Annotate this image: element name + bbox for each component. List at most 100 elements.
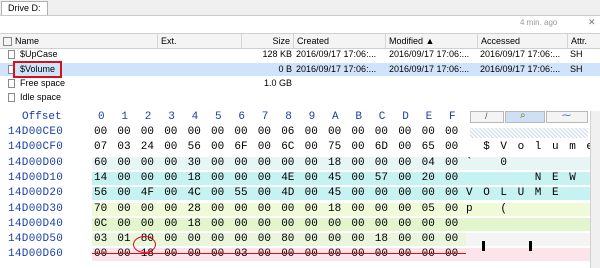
hex-byte[interactable]: 00	[117, 203, 130, 216]
file-row[interactable]: $UpCase 128 KB 2016/09/17 17:06:... 2016/09…	[0, 48, 600, 61]
hex-byte[interactable]: 00	[445, 141, 458, 154]
hex-byte[interactable]: 00	[211, 157, 224, 170]
hex-text[interactable]: $ V o l u m e	[466, 141, 600, 155]
hex-byte[interactable]: 00	[164, 126, 177, 139]
hex-byte[interactable]: 00	[94, 126, 107, 139]
hex-byte[interactable]: 06	[281, 126, 294, 139]
hex-byte[interactable]: 00	[211, 172, 224, 185]
hex-byte[interactable]: 04	[422, 157, 435, 170]
hex-byte[interactable]: 00	[141, 203, 154, 216]
hex-byte[interactable]: 00	[94, 248, 107, 261]
hex-byte[interactable]: 00	[328, 233, 341, 246]
hex-byte[interactable]: 57	[375, 172, 388, 185]
hex-byte[interactable]: 00	[305, 187, 318, 200]
hex-byte[interactable]: 00	[117, 218, 130, 231]
hex-byte[interactable]: 00	[351, 126, 364, 139]
hex-byte[interactable]: 00	[398, 233, 411, 246]
hex-byte[interactable]: 00	[211, 218, 224, 231]
hex-byte[interactable]: 75	[328, 141, 341, 154]
hex-byte[interactable]: 00	[258, 203, 271, 216]
hex-byte[interactable]: 00	[211, 141, 224, 154]
hex-byte[interactable]: 03	[117, 141, 130, 154]
hex-byte[interactable]: 4F	[141, 187, 154, 200]
hex-byte[interactable]: 00	[351, 157, 364, 170]
hex-byte[interactable]: 20	[422, 172, 435, 185]
column-header-modified[interactable]: Modified ▲	[386, 34, 478, 48]
hex-byte[interactable]: 00	[188, 126, 201, 139]
hex-byte[interactable]: 00	[445, 126, 458, 139]
hex-byte[interactable]: 00	[422, 126, 435, 139]
hex-text[interactable]	[466, 217, 600, 231]
hex-byte[interactable]: 00	[164, 203, 177, 216]
hex-row[interactable]: 14D00D30 70 00 00 00 28 00 00 00 00 00 18 00 00 00 05 00…	[0, 202, 600, 216]
hex-byte[interactable]: 00	[375, 126, 388, 139]
hex-byte[interactable]: 00	[422, 187, 435, 200]
hex-byte[interactable]: 00	[234, 233, 247, 246]
hex-byte[interactable]: 00	[211, 126, 224, 139]
hex-row[interactable]: 14D00D50 03 01 80 00 00 00 00 00 80 00 00 00 18 00 00 00	[0, 233, 600, 247]
hex-byte[interactable]: 00	[141, 218, 154, 231]
hex-byte[interactable]: 00	[188, 233, 201, 246]
hex-byte[interactable]: 56	[94, 187, 107, 200]
hex-byte[interactable]: 00	[258, 157, 271, 170]
hex-byte[interactable]: 00	[305, 126, 318, 139]
hex-row[interactable]: 14D00D20 56 00 4F 00 4C 00 55 00 4D 00 45 00 00 00 00 00…	[0, 187, 600, 201]
vertical-scrollbar[interactable]	[590, 111, 600, 268]
hex-byte[interactable]: 00	[164, 172, 177, 185]
hex-byte[interactable]: 00	[445, 172, 458, 185]
hex-byte[interactable]: 00	[328, 248, 341, 261]
hex-byte[interactable]: 00	[258, 187, 271, 200]
hex-byte[interactable]: 00	[234, 218, 247, 231]
hex-byte[interactable]: 00	[445, 218, 458, 231]
hex-byte[interactable]: 01	[117, 233, 130, 246]
hex-byte[interactable]: 65	[422, 141, 435, 154]
hex-byte[interactable]: 00	[445, 157, 458, 170]
hex-byte[interactable]: 03	[94, 233, 107, 246]
column-header-name[interactable]: Name	[0, 34, 158, 48]
hex-byte[interactable]: 00	[351, 172, 364, 185]
hex-byte[interactable]: 00	[164, 248, 177, 261]
hex-byte[interactable]: 00	[398, 157, 411, 170]
hex-text[interactable]: ` 0	[466, 156, 600, 170]
hex-byte[interactable]: 0C	[94, 218, 107, 231]
hex-byte[interactable]: 00	[211, 187, 224, 200]
hex-byte[interactable]: 6F	[234, 141, 247, 154]
hex-byte[interactable]: 60	[94, 157, 107, 170]
hex-byte[interactable]: 00	[234, 172, 247, 185]
hex-byte[interactable]: 24	[141, 141, 154, 154]
hex-byte[interactable]: 00	[258, 172, 271, 185]
hex-byte[interactable]: 00	[398, 172, 411, 185]
pane-button-pen[interactable]: /	[470, 111, 504, 123]
hex-byte[interactable]: 00	[141, 157, 154, 170]
hex-byte[interactable]: 00	[375, 203, 388, 216]
hex-byte[interactable]: 00	[117, 172, 130, 185]
hex-byte[interactable]: 6C	[281, 141, 294, 154]
hex-byte[interactable]: 00	[305, 141, 318, 154]
hex-byte[interactable]: 18	[328, 203, 341, 216]
hex-text[interactable]: V O L U M E	[466, 187, 600, 201]
hex-byte[interactable]: 18	[188, 218, 201, 231]
hex-byte[interactable]: 00	[351, 233, 364, 246]
hex-byte[interactable]: 00	[234, 203, 247, 216]
hex-byte[interactable]: 00	[258, 126, 271, 139]
hex-byte[interactable]: 00	[445, 248, 458, 261]
hex-byte[interactable]: 45	[328, 187, 341, 200]
hex-text[interactable]: N E W	[466, 171, 600, 185]
hex-byte[interactable]: 00	[211, 233, 224, 246]
hex-byte[interactable]: 4C	[188, 187, 201, 200]
pane-button-link[interactable]: ⁓	[546, 110, 588, 123]
hex-row[interactable]: 14D00D40 0C 00 00 00 18 00 00 00 00 00 00 00 00 00 00 00	[0, 217, 600, 231]
hex-byte[interactable]: 56	[188, 141, 201, 154]
hex-byte[interactable]: 00	[375, 157, 388, 170]
hex-byte[interactable]: 00	[258, 233, 271, 246]
hex-byte[interactable]: 4D	[281, 187, 294, 200]
hex-byte[interactable]: 00	[281, 203, 294, 216]
hex-byte[interactable]: 05	[422, 203, 435, 216]
file-row[interactable]: Free space 1.0 GB	[0, 77, 600, 90]
hex-byte[interactable]: 00	[281, 248, 294, 261]
hex-byte[interactable]: 00	[117, 187, 130, 200]
hex-byte[interactable]: 00	[211, 203, 224, 216]
hex-byte[interactable]: 28	[188, 203, 201, 216]
tab-drive-d[interactable]: Drive D:	[1, 1, 48, 15]
hex-byte[interactable]: 07	[94, 141, 107, 154]
